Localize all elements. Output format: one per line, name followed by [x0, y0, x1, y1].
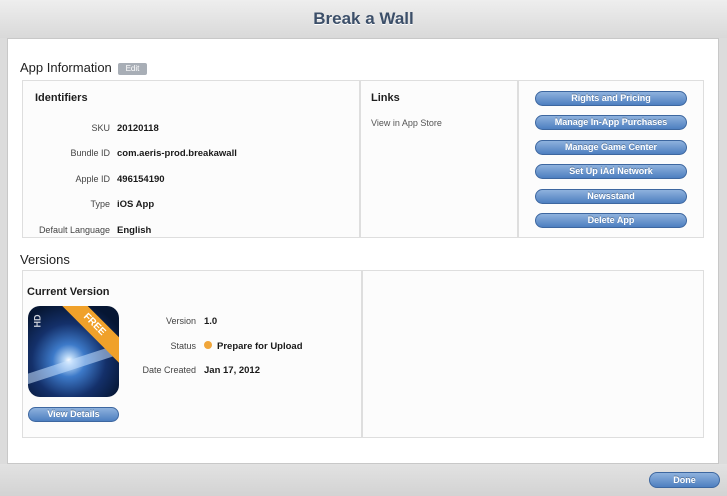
- app-information-title: App Information: [20, 60, 112, 75]
- status-indicator-icon: [204, 341, 212, 349]
- date-created-value: Jan 17, 2012: [204, 365, 260, 376]
- window-title: Break a Wall: [313, 9, 414, 28]
- default-language-label: Default Language: [38, 225, 110, 235]
- delete-app-button[interactable]: Delete App: [535, 213, 687, 228]
- default-language-value: English: [117, 225, 152, 236]
- view-details-button[interactable]: View Details: [28, 407, 119, 422]
- identifiers-heading: Identifiers: [35, 92, 88, 104]
- versions-title: Versions: [20, 252, 70, 267]
- sheet-footer: [0, 464, 727, 496]
- view-in-app-store-link[interactable]: View in App Store: [371, 118, 442, 128]
- versions-empty-panel: [362, 270, 704, 438]
- current-version-heading: Current Version: [27, 286, 110, 298]
- type-value: iOS App: [117, 199, 155, 210]
- type-label: Type: [90, 199, 110, 209]
- links-heading: Links: [371, 92, 400, 104]
- status-value: Prepare for Upload: [217, 341, 303, 352]
- newsstand-button[interactable]: Newsstand: [535, 189, 687, 204]
- apple-id-label: Apple ID: [75, 174, 110, 184]
- manage-game-center-button[interactable]: Manage Game Center: [535, 140, 687, 155]
- sku-label: SKU: [91, 123, 110, 133]
- done-button[interactable]: Done: [649, 472, 720, 488]
- set-up-iad-network-button[interactable]: Set Up iAd Network: [535, 164, 687, 179]
- status-label: Status: [170, 341, 196, 351]
- rights-and-pricing-button[interactable]: Rights and Pricing: [535, 91, 687, 106]
- date-created-label: Date Created: [142, 365, 196, 375]
- sku-value: 20120118: [117, 123, 159, 134]
- edit-button[interactable]: Edit: [118, 63, 147, 75]
- apple-id-value: 496154190: [117, 174, 165, 185]
- version-label: Version: [165, 316, 196, 326]
- bundle-id-label: Bundle ID: [70, 148, 110, 158]
- app-icon-hd-label: HD: [32, 314, 43, 328]
- version-value: 1.0: [204, 316, 218, 327]
- bundle-id-value: com.aeris-prod.breakawall: [117, 148, 237, 159]
- window-titlebar: Break a Wall: [0, 0, 727, 38]
- manage-in-app-purchases-button[interactable]: Manage In-App Purchases: [535, 115, 687, 130]
